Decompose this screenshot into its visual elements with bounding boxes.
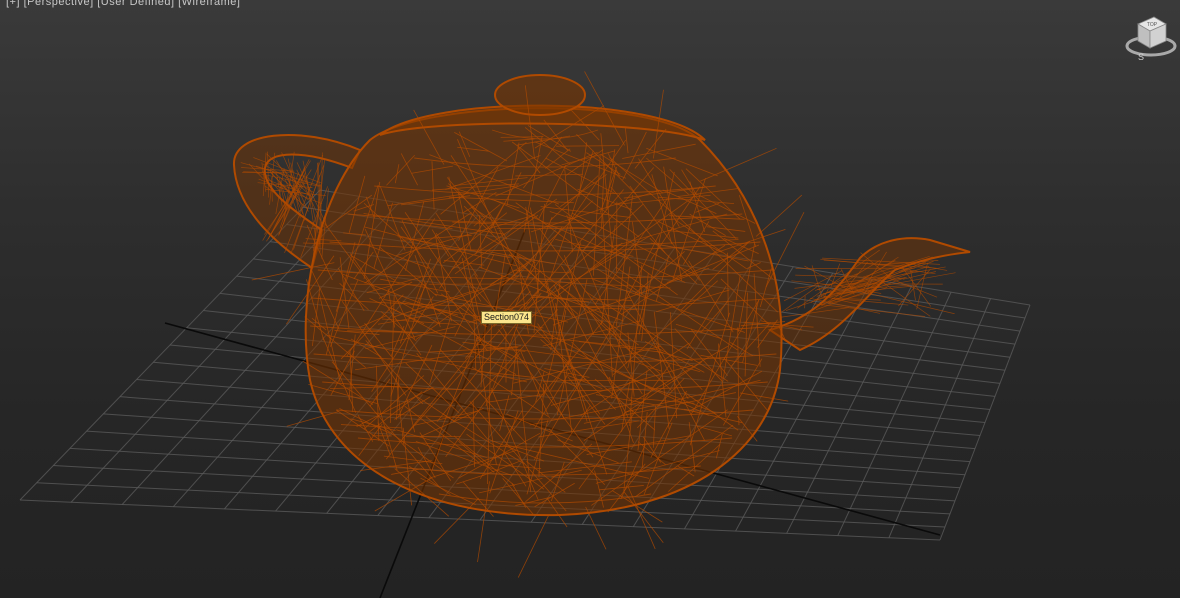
viewport-scene <box>19 71 1031 598</box>
teapot-object[interactable] <box>232 71 971 578</box>
object-name-tooltip: Section074 <box>481 311 533 324</box>
viewcube-icon[interactable]: TOP <box>1124 10 1178 64</box>
perspective-viewport[interactable]: [+] [Perspective] [User Defined] [Wirefr… <box>0 0 1180 598</box>
viewcube-compass-label[interactable]: S <box>1138 52 1144 62</box>
viewcube-face-label[interactable]: TOP <box>1147 22 1158 28</box>
